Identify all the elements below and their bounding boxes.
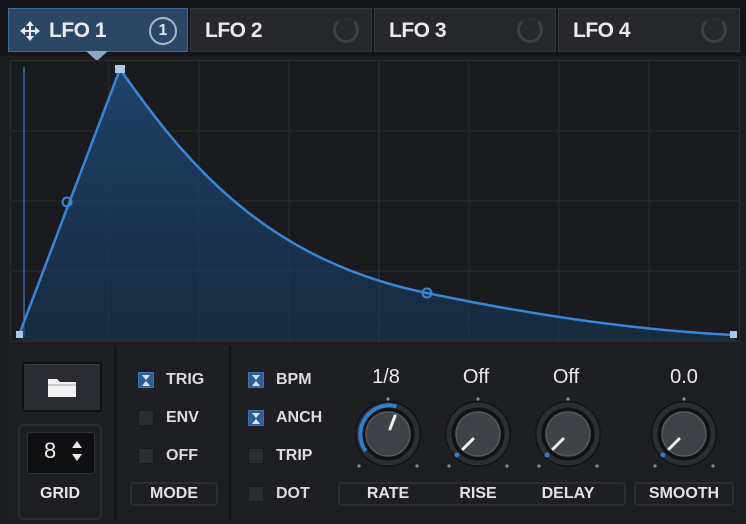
smooth-label: SMOOTH (634, 482, 734, 506)
rate-knob[interactable] (351, 394, 425, 468)
lfo-shape-editor[interactable] (10, 60, 740, 342)
curve-point-peak[interactable] (115, 65, 125, 73)
bpm-label: BPM (276, 371, 312, 388)
trip-checkbox[interactable] (248, 448, 264, 464)
stepper-arrows-icon[interactable] (70, 438, 84, 464)
mode-section-label: MODE (130, 482, 218, 506)
panel-divider (229, 346, 231, 520)
rate-label: RATE (366, 485, 410, 502)
tab-lfo-2-label: LFO 2 (205, 19, 263, 42)
lfo-curve-graph[interactable] (11, 61, 739, 341)
tab-lfo-3[interactable]: LFO 3 (374, 8, 556, 52)
dot-checkbox[interactable] (248, 486, 264, 502)
tab-lfo-2-ring-icon (333, 17, 359, 43)
tab-lfo-2[interactable]: LFO 2 (190, 8, 372, 52)
smooth-knob[interactable] (647, 394, 721, 468)
grid-value: 8 (44, 438, 57, 463)
tab-lfo-4-label: LFO 4 (573, 19, 631, 42)
rise-value: Off (462, 366, 490, 388)
rise-knob[interactable] (441, 394, 515, 468)
anch-checkbox[interactable] (248, 410, 264, 426)
grid-label: GRID (40, 485, 80, 502)
rate-value: 1/8 (372, 366, 400, 388)
panel-divider (114, 346, 116, 520)
delay-value: Off (552, 366, 580, 388)
anch-label: ANCH (276, 409, 323, 426)
curve-point-end[interactable] (730, 331, 737, 338)
move-icon[interactable] (19, 20, 41, 42)
folder-icon (48, 379, 76, 397)
tab-lfo-3-label: LFO 3 (389, 19, 447, 42)
rise-label: RISE (459, 485, 497, 502)
preset-folder-button[interactable] (22, 362, 102, 412)
smooth-value: 0.0 (670, 366, 698, 388)
off-checkbox[interactable] (138, 448, 154, 464)
lfo-tab-bar: LFO 1 1 LFO 2 LFO 3 LFO 4 (0, 0, 746, 56)
lfo-curve-fill (19, 69, 735, 341)
tab-lfo-4[interactable]: LFO 4 (558, 8, 740, 52)
tab-lfo-4-ring-icon (701, 17, 727, 43)
tab-lfo-3-ring-icon (517, 17, 543, 43)
grid-stepper[interactable] (27, 432, 95, 474)
bpm-checkbox[interactable] (248, 372, 264, 388)
env-label: ENV (166, 409, 199, 426)
delay-label: DELAY (541, 485, 595, 502)
tab-lfo-1-badge: 1 (149, 17, 177, 45)
delay-knob[interactable] (531, 394, 605, 468)
trig-checkbox[interactable] (138, 372, 154, 388)
trip-label: TRIP (276, 447, 313, 464)
curve-point-start[interactable] (16, 331, 23, 338)
tab-lfo-1[interactable]: LFO 1 1 (8, 8, 188, 52)
trig-label: TRIG (166, 371, 205, 388)
dot-label: DOT (276, 485, 310, 502)
off-label: OFF (166, 447, 198, 464)
tab-lfo-1-label: LFO 1 (49, 19, 107, 42)
env-checkbox[interactable] (138, 410, 154, 426)
